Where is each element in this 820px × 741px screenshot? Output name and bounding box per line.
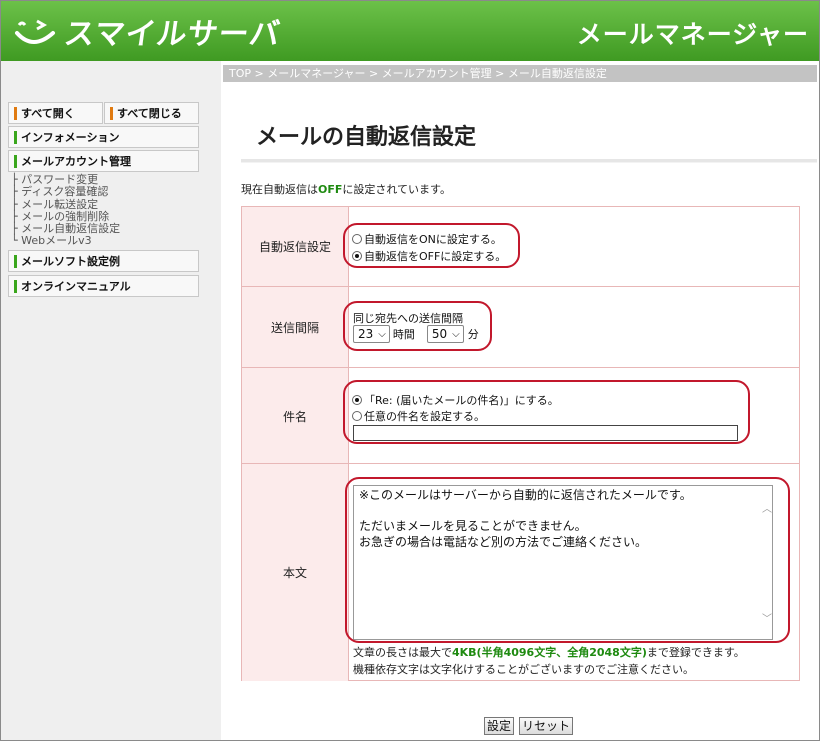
sidebar-item-information[interactable]: インフォメーション [8, 126, 199, 148]
expand-all-label: すべて開く [21, 107, 75, 120]
collapse-all-label: すべて閉じる [117, 107, 182, 120]
title-divider-light [241, 162, 817, 163]
page-frame: スマイルサーバ メールマネージャー すべて開く すべて閉じる インフォメーション… [0, 0, 820, 741]
highlight-auto-reply [343, 223, 520, 268]
highlight-subject [343, 380, 750, 444]
highlight-interval [343, 301, 492, 351]
status-value: OFF [318, 183, 343, 196]
sidebar-item-mail-soft[interactable]: メールソフト設定例 [8, 250, 199, 272]
note-suffix: まで登録できます。 [646, 646, 745, 659]
page-title: メールの自動返信設定 [256, 125, 477, 150]
sidebar-subitems: ├ パスワード変更 ├ ディスク容量確認 ├ メール転送設定 ├ メールの強制削… [11, 173, 120, 248]
logo-text: スマイルサーバ [62, 17, 283, 52]
sidebar-item-manual[interactable]: オンラインマニュアル [8, 275, 199, 297]
logo: スマイルサーバ [13, 9, 283, 53]
note-limit: 4KB(半角4096文字、全角2048文字) [452, 646, 647, 659]
auto-reply-label: 自動返信設定 [242, 207, 349, 286]
submit-button[interactable]: 設定 [484, 717, 515, 735]
expand-all-button[interactable]: すべて開く [8, 102, 103, 124]
sidebar-item-mail-account[interactable]: メールアカウント管理 [8, 150, 199, 172]
sidebar-item-label: オンラインマニュアル [21, 280, 131, 293]
body-charset-note: 機種依存文字は文字化けすることがございますのでご注意ください。 [353, 663, 694, 676]
body-label: 本文 [242, 464, 349, 681]
sidebar-item-label: メールアカウント管理 [21, 155, 131, 168]
smile-logo-icon [15, 19, 55, 44]
subject-label: 件名 [242, 368, 349, 464]
status-text: 現在自動返信はOFFに設定されています。 [241, 181, 451, 197]
sidebar-item-label: インフォメーション [21, 131, 120, 144]
note-prefix: 文章の長さは最大で [353, 646, 452, 659]
row-auto-reply: 自動返信設定 自動返信をONに設定する。 自動返信をOFFに設定する。 [242, 207, 799, 286]
header-bar: スマイルサーバ メールマネージャー [1, 1, 819, 61]
sidebar-item-label: メールソフト設定例 [21, 255, 120, 268]
status-prefix: 現在自動返信は [241, 183, 318, 196]
interval-label: 送信間隔 [242, 287, 349, 368]
reset-button[interactable]: リセット [519, 717, 574, 735]
status-suffix: に設定されています。 [342, 183, 451, 196]
highlight-body [345, 477, 790, 643]
row-interval: 送信間隔 同じ宛先への送信間隔 23 ⌵ 時間 50 ⌵ 分 [242, 286, 799, 368]
app-title: メールマネージャー [576, 20, 809, 49]
sidebar-subitem-webmail[interactable]: └ Webメールv3 [11, 235, 120, 248]
sidebar: すべて開く すべて閉じる インフォメーション メールアカウント管理 ├ パスワー… [1, 61, 221, 740]
breadcrumb[interactable]: TOP > メールマネージャー > メールアカウント管理 > メール自動返信設定 [223, 65, 817, 82]
body-length-note: 文章の長さは最大で4KB(半角4096文字、全角2048文字)まで登録できます。 [353, 644, 745, 660]
collapse-all-button[interactable]: すべて閉じる [104, 102, 199, 124]
